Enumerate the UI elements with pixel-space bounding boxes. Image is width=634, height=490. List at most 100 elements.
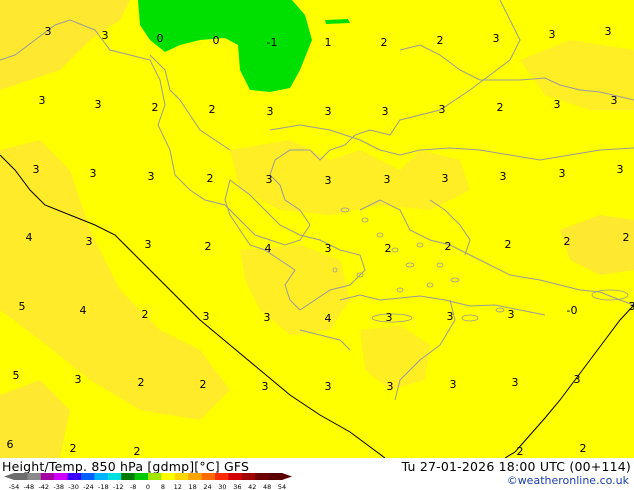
value-label: 6 (7, 438, 14, 451)
value-label: 3 (447, 310, 454, 323)
value-label: 3 (574, 373, 581, 386)
value-label: 3 (325, 174, 332, 187)
value-label: 2 (517, 445, 524, 458)
scale-swatch (54, 473, 69, 480)
value-label: 2 (505, 238, 512, 251)
value-label: 3 (493, 32, 500, 45)
value-label: 3 (559, 167, 566, 180)
scale-swatch (215, 473, 229, 480)
scale-arrow-left (4, 473, 14, 480)
scale-swatch (121, 473, 136, 480)
value-label: 3 (605, 25, 612, 38)
value-label: 3 (617, 163, 624, 176)
value-label: 3 (33, 163, 40, 176)
color-scale-bar: -54 -48 -42 -38 -30 -24 -18 -12 -8 0 8 12 18 24 30 36 42… (4, 473, 292, 490)
scale-swatch (268, 473, 283, 480)
value-label: 4 (80, 304, 87, 317)
value-label: 4 (265, 242, 272, 255)
scale-tick-label: 12 (174, 483, 182, 490)
value-label: 3 (203, 310, 210, 323)
scale-swatch (67, 473, 82, 480)
scale-swatch (81, 473, 95, 480)
scale-swatch (161, 473, 176, 480)
value-label: 2 (200, 378, 207, 391)
value-label: 0 (157, 32, 164, 45)
value-label: 2 (207, 172, 214, 185)
value-label: 3 (266, 173, 273, 186)
scale-tick-label: 30 (218, 483, 226, 490)
scale-swatch (201, 473, 216, 480)
value-label: 3 (267, 105, 274, 118)
value-label: 3 (384, 173, 391, 186)
scale-tick-label: -48 (24, 483, 35, 490)
chart-title-right: Tu 27-01-2026 18:00 UTC (00+114) (401, 459, 631, 474)
value-label: 3 (325, 380, 332, 393)
value-label: 2 (580, 442, 587, 455)
value-label: 2 (152, 101, 159, 114)
scale-swatch (228, 473, 243, 480)
scale-tick-label: -38 (53, 483, 64, 490)
value-label: 3 (325, 242, 332, 255)
value-label: 2 (138, 376, 145, 389)
value-label: 3 (95, 98, 102, 111)
value-label: 5 (19, 300, 26, 313)
value-label: 2 (134, 445, 141, 458)
value-label: 2 (381, 36, 388, 49)
value-label: 2 (623, 231, 630, 244)
value-label: 2 (209, 103, 216, 116)
color-scale-ticks: -54 -48 -42 -38 -30 -24 -18 -12 -8 0 8 12 18 24 30 36 42… (9, 483, 286, 490)
value-label: 3 (145, 238, 152, 251)
value-label: 2 (70, 442, 77, 455)
value-label: 2 (142, 308, 149, 321)
scale-swatch (14, 473, 28, 480)
value-label: 3 (442, 172, 449, 185)
value-label: 3 (611, 94, 618, 107)
scale-swatch (188, 473, 203, 480)
scale-tick-label: 18 (189, 483, 197, 490)
scale-tick-label: -12 (113, 483, 124, 490)
value-label: 2 (205, 240, 212, 253)
scale-tick-label: -18 (98, 483, 109, 490)
scale-tick-label: 48 (263, 483, 271, 490)
scale-swatch (174, 473, 189, 480)
value-label: 3 (508, 308, 515, 321)
value-label: -1 (267, 36, 278, 49)
scale-tick-label: -42 (38, 483, 49, 490)
scale-tick-label: -24 (83, 483, 94, 490)
scale-tick-label: 24 (203, 483, 211, 490)
value-label: 2 (445, 240, 452, 253)
value-label: 0 (213, 34, 220, 47)
scale-swatch (241, 473, 256, 480)
value-label: 3 (439, 103, 446, 116)
scale-swatch (94, 473, 109, 480)
value-label: 2 (437, 34, 444, 47)
value-label: 3 (387, 380, 394, 393)
value-label: 3 (450, 378, 457, 391)
scale-swatch (255, 473, 270, 480)
value-label: 3 (386, 311, 393, 324)
value-label: 2 (497, 101, 504, 114)
value-label: 4 (325, 312, 332, 325)
value-label: 4 (26, 231, 33, 244)
weather-map: 3 3 0 0 -1 1 2 2 3 3 3 3 3 2 2 3 3 3 3 2 3 3 3 3 3 2 3 3 3 3 3 3 3 4 3 3 2 4 3… (0, 0, 634, 458)
scale-tick-label: 42 (248, 483, 256, 490)
value-label: 3 (75, 373, 82, 386)
credit-link[interactable]: ©weatheronline.co.uk (507, 474, 629, 487)
value-label: 2 (385, 242, 392, 255)
value-label: 3 (148, 170, 155, 183)
scale-swatch (134, 473, 149, 480)
scale-swatch (107, 473, 122, 480)
value-label: 3 (86, 235, 93, 248)
scale-tick-label: -8 (130, 483, 136, 490)
value-label: 3 (262, 380, 269, 393)
scale-arrow-right (282, 473, 292, 480)
value-label: 3 (90, 167, 97, 180)
value-label: 3 (549, 28, 556, 41)
value-label: 3 (629, 300, 634, 313)
value-label: 3 (554, 98, 561, 111)
scale-tick-label: 0 (146, 483, 150, 490)
scale-swatch (27, 473, 42, 480)
value-label: 3 (102, 29, 109, 42)
scale-swatch (148, 473, 162, 480)
value-label: 3 (45, 25, 52, 38)
